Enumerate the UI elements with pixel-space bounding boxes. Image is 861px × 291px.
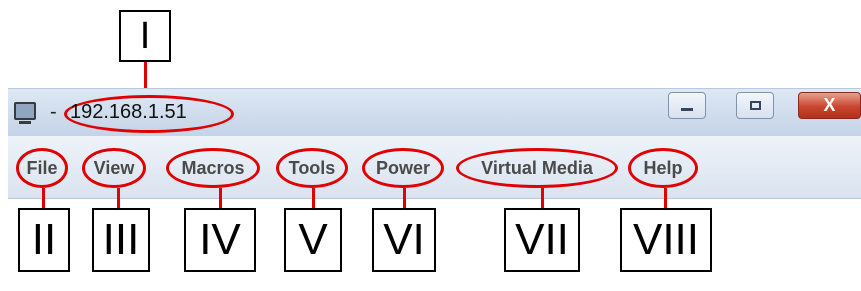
minimize-button[interactable]	[668, 92, 706, 119]
maximize-icon	[749, 101, 761, 110]
callout-label: III	[92, 208, 150, 272]
menu-bar: File View Macros Tools Power Virtual Med…	[8, 136, 861, 199]
callout-label: I	[119, 10, 171, 62]
callout-label: II	[18, 208, 70, 272]
callout-connector	[403, 188, 406, 208]
close-icon: X	[823, 95, 836, 115]
menu-item-power[interactable]: Power	[362, 148, 444, 188]
callout-connector	[42, 188, 45, 208]
callout-connector	[541, 188, 544, 208]
window-title: 192.168.1.51	[70, 101, 187, 123]
menu-item-tools[interactable]: Tools	[276, 148, 348, 188]
minimize-icon	[681, 108, 693, 111]
callout-label: VII	[504, 208, 580, 272]
menu-item-macros[interactable]: Macros	[166, 148, 260, 188]
callout-label: VI	[372, 208, 436, 272]
menu-item-file[interactable]: File	[16, 148, 68, 188]
menu-item-help[interactable]: Help	[628, 148, 698, 188]
callout-connector	[312, 188, 315, 208]
monitor-icon	[14, 102, 36, 124]
menu-item-virtual-media[interactable]: Virtual Media	[456, 148, 618, 188]
callout-connector	[117, 188, 120, 208]
callout-label: IV	[184, 208, 256, 272]
menu-item-view[interactable]: View	[82, 148, 146, 188]
maximize-button[interactable]	[736, 92, 774, 119]
callout-label: V	[284, 208, 342, 272]
close-button[interactable]: X	[798, 92, 861, 119]
callout-connector	[664, 188, 667, 208]
callout-connector	[219, 188, 222, 208]
title-separator: -	[50, 101, 57, 123]
callout-label: VIII	[620, 208, 712, 272]
title-bar: - 192.168.1.51 X	[8, 88, 861, 137]
